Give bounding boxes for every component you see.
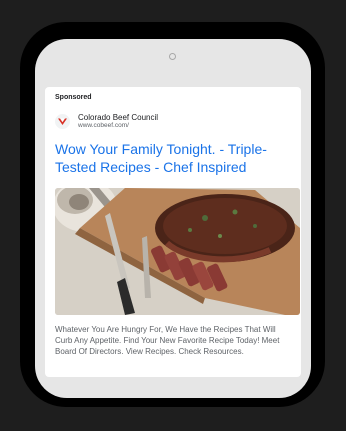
advertiser-name: Colorado Beef Council [78,112,159,122]
phone-screen: Sponsored Colorado Beef Council www.cobe… [35,39,311,398]
sponsored-label: Sponsored [55,94,92,101]
ad-description: Whatever You Are Hungry For, We Have the… [55,325,280,356]
ad-headline-link[interactable]: Wow Your Family Tonight. - Triple-Tested… [55,140,295,176]
advertiser-row[interactable]: Colorado Beef Council www.cobeef.com/ [55,110,158,132]
camera-icon [169,53,176,60]
advertiser-url[interactable]: www.cobeef.com/ [78,122,158,130]
ad-image[interactable] [55,188,300,315]
checkmark-logo-icon [55,113,70,129]
ad-card[interactable]: Sponsored Colorado Beef Council www.cobe… [45,87,301,377]
